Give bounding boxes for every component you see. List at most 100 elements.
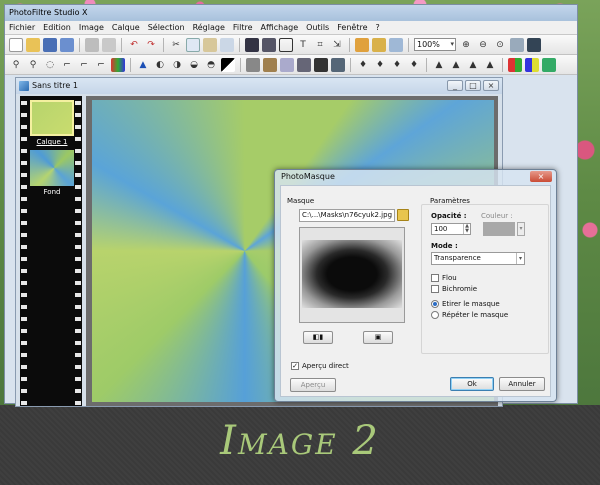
levels-icon[interactable]: ◐: [153, 58, 167, 72]
resize-icon[interactable]: ⇲: [330, 38, 344, 52]
drop-3-icon[interactable]: ♦: [390, 58, 404, 72]
menu-fichier[interactable]: Fichier: [9, 21, 35, 34]
grayscale-icon[interactable]: [246, 57, 260, 72]
undo-icon[interactable]: ↶: [127, 38, 141, 52]
dropper-icon[interactable]: ⌐: [60, 58, 74, 72]
repeter-radio[interactable]: [431, 311, 439, 319]
menu-selection[interactable]: Sélection: [148, 21, 185, 34]
menu-affichage[interactable]: Affichage: [261, 21, 299, 34]
dialog-body: Masque C:\...\Masks\n76cyuk2.jpg ◧▮ ▣ Pa…: [280, 185, 551, 397]
frame-icon[interactable]: [279, 37, 293, 52]
crop-icon[interactable]: ⌗: [313, 38, 327, 52]
histogram-icon[interactable]: ▲: [136, 58, 150, 72]
invert-icon[interactable]: [221, 57, 235, 72]
paste-icon[interactable]: [203, 37, 217, 52]
maximize-button[interactable]: □: [465, 80, 481, 91]
etirer-option[interactable]: Etirer le masque: [431, 300, 500, 308]
apercu-direct-option[interactable]: ✓ Aperçu direct: [291, 362, 349, 370]
saturation-icon[interactable]: ◒: [187, 58, 201, 72]
puzzle-icon[interactable]: [542, 57, 556, 72]
menu-reglage[interactable]: Réglage: [193, 21, 225, 34]
zoom-combo[interactable]: 100% ▾: [414, 38, 456, 51]
copy-icon[interactable]: [186, 37, 200, 52]
menu-fenetre[interactable]: Fenêtre: [337, 21, 367, 34]
mountain-4-icon[interactable]: ▲: [483, 58, 497, 72]
dialog-close-button[interactable]: ×: [530, 171, 552, 182]
flou-checkbox[interactable]: [431, 274, 439, 282]
texture-icon[interactable]: [314, 57, 328, 72]
fullscreen-icon[interactable]: [527, 37, 541, 52]
bucket-icon[interactable]: ⌐: [94, 58, 108, 72]
flip-mask-button[interactable]: ▣: [363, 331, 393, 344]
wand-2-icon[interactable]: ⚲: [26, 58, 40, 72]
document-title: Sans titre 1: [32, 81, 78, 90]
image-size-icon[interactable]: [245, 37, 259, 52]
actual-size-icon[interactable]: ⊙: [493, 38, 507, 52]
print-icon[interactable]: [85, 37, 99, 52]
toolbar-separator: [239, 37, 240, 52]
zoom-out-icon[interactable]: ⊖: [476, 38, 490, 52]
new-file-icon[interactable]: [9, 37, 23, 52]
bichromie-option[interactable]: Bichromie: [431, 285, 477, 293]
mountain-3-icon[interactable]: ▲: [466, 58, 480, 72]
layer-icon[interactable]: [372, 37, 386, 52]
flou-option[interactable]: Flou: [431, 274, 457, 282]
canvas-size-icon[interactable]: [262, 37, 276, 52]
gamma-icon[interactable]: ◓: [204, 58, 218, 72]
mask-path-field[interactable]: C:\...\Masks\n76cyuk2.jpg: [299, 209, 395, 222]
brush-icon[interactable]: ⌐: [77, 58, 91, 72]
palette-icon[interactable]: [111, 57, 125, 72]
masque-label: Masque: [287, 197, 315, 205]
color-grid-2-icon[interactable]: [525, 57, 539, 72]
opacity-spinner[interactable]: 100 ▲ ▼: [431, 223, 471, 235]
paste-layer-icon[interactable]: [220, 37, 234, 52]
close-button[interactable]: ×: [483, 80, 499, 91]
apercu-direct-checkbox[interactable]: ✓: [291, 362, 299, 370]
repeter-option[interactable]: Répéter le masque: [431, 311, 508, 319]
spin-arrows-icon[interactable]: ▲ ▼: [463, 224, 470, 234]
open-folder-icon[interactable]: [397, 209, 409, 221]
blur-icon[interactable]: [280, 57, 294, 72]
selection-icon[interactable]: [355, 37, 369, 52]
mountain-icon[interactable]: ▲: [432, 58, 446, 72]
monitor-icon[interactable]: [389, 37, 403, 52]
zoom-in-icon[interactable]: ⊕: [459, 38, 473, 52]
drop-2-icon[interactable]: ♦: [373, 58, 387, 72]
layer-thumbnail-calque-1[interactable]: [30, 100, 74, 136]
effects-icon[interactable]: [331, 57, 345, 72]
redo-icon[interactable]: ↷: [144, 38, 158, 52]
annuler-button[interactable]: Annuler: [499, 377, 545, 391]
apercu-button[interactable]: Aperçu: [290, 378, 336, 392]
menu-calque[interactable]: Calque: [112, 21, 140, 34]
contrast-icon[interactable]: ◑: [170, 58, 184, 72]
save-icon[interactable]: [43, 37, 57, 52]
drop-4-icon[interactable]: ♦: [407, 58, 421, 72]
invert-mask-button[interactable]: ◧▮: [303, 331, 333, 344]
menu-outils[interactable]: Outils: [306, 21, 329, 34]
layer-thumbnail-fond[interactable]: [30, 150, 74, 186]
menu-help[interactable]: ?: [375, 21, 379, 34]
scan-icon[interactable]: [102, 37, 116, 52]
text-icon[interactable]: T: [296, 38, 310, 52]
color-grid-icon[interactable]: [508, 57, 522, 72]
sepia-icon[interactable]: [263, 57, 277, 72]
open-folder-icon[interactable]: [26, 37, 40, 52]
sharpen-icon[interactable]: [297, 57, 311, 72]
menu-filtre[interactable]: Filtre: [233, 21, 253, 34]
bichromie-checkbox[interactable]: [431, 285, 439, 293]
ok-button[interactable]: Ok: [450, 377, 494, 391]
mountain-2-icon[interactable]: ▲: [449, 58, 463, 72]
save-as-icon[interactable]: [60, 37, 74, 52]
cut-icon[interactable]: ✂: [169, 38, 183, 52]
magic-wand-icon[interactable]: ⚲: [9, 58, 23, 72]
etirer-radio[interactable]: [431, 300, 439, 308]
fit-window-icon[interactable]: [510, 37, 524, 52]
toolbar-separator: [426, 57, 427, 72]
lasso-icon[interactable]: ◌: [43, 58, 57, 72]
mode-select[interactable]: Transparence ▾: [431, 252, 525, 265]
menu-image[interactable]: Image: [79, 21, 104, 34]
menu-edition[interactable]: Edition: [43, 21, 71, 34]
minimize-button[interactable]: _: [447, 80, 463, 91]
etirer-label: Etirer le masque: [442, 300, 500, 308]
drop-icon[interactable]: ♦: [356, 58, 370, 72]
